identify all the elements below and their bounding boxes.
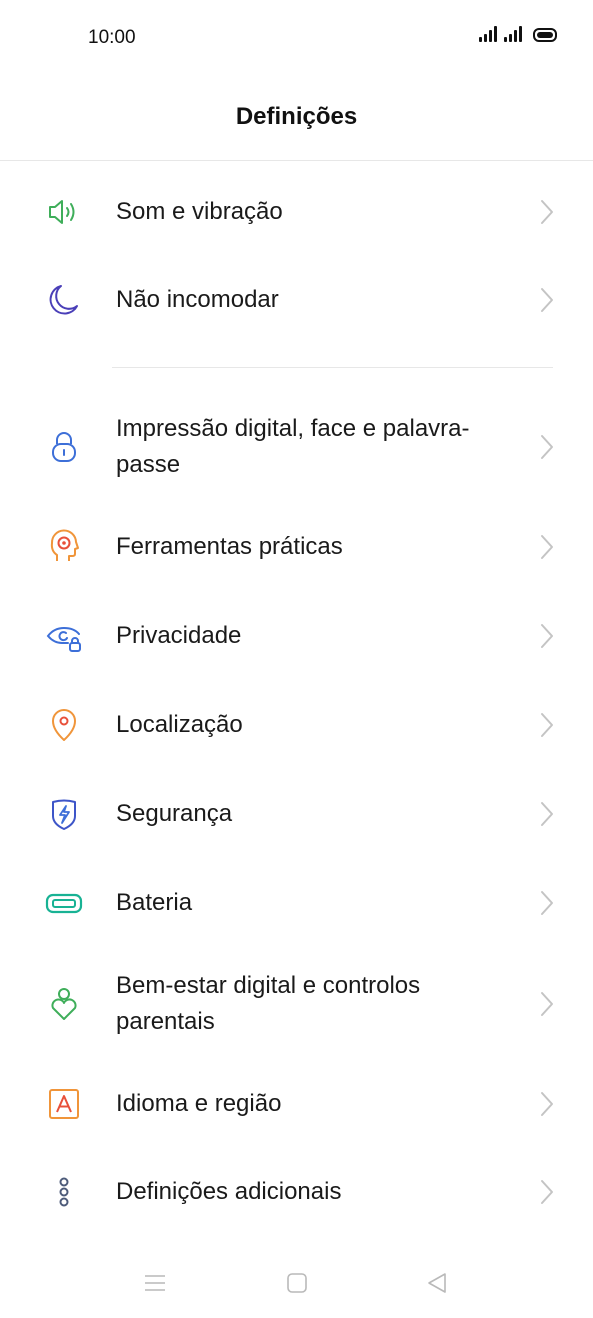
letter-a-icon xyxy=(44,1084,84,1124)
settings-item-label: Bateria xyxy=(116,889,193,916)
page-title: Definições xyxy=(235,103,358,130)
lock-icon xyxy=(44,427,84,467)
battery-icon xyxy=(44,883,84,923)
chevron-right-icon xyxy=(541,200,553,224)
chevron-right-icon xyxy=(541,535,553,559)
chevron-right-icon xyxy=(541,1092,553,1116)
shield-bolt-icon xyxy=(44,794,84,834)
settings-item-label: Idioma e região xyxy=(116,1090,282,1117)
settings-item-additional[interactable]: Definições adicionais xyxy=(0,1162,593,1222)
header: Definições xyxy=(0,78,593,161)
settings-item-label: Não incomodar xyxy=(116,286,279,313)
status-icons xyxy=(479,26,557,42)
settings-item-label: Segurança xyxy=(116,800,233,827)
navigation-bar xyxy=(0,1238,593,1318)
settings-item-language[interactable]: Idioma e região xyxy=(0,1074,593,1134)
home-button[interactable] xyxy=(280,1266,314,1300)
signal-icon xyxy=(504,26,522,42)
settings-item-label: Bem-estar digital e controlos parentais xyxy=(116,972,421,1035)
battery-status-icon xyxy=(533,28,557,42)
settings-item-privacy[interactable]: Privacidade xyxy=(0,606,593,666)
signal-icon xyxy=(479,26,497,42)
status-time: 10:00 xyxy=(88,27,136,48)
back-triangle-icon xyxy=(428,1273,446,1293)
status-bar: 10:00 xyxy=(0,0,593,78)
chevron-right-icon xyxy=(541,624,553,648)
settings-item-sound[interactable]: Som e vibração xyxy=(0,182,593,242)
settings-item-label: Impressão digital, face e palavra-passe xyxy=(116,415,470,478)
recent-apps-button[interactable] xyxy=(138,1266,172,1300)
head-target-icon xyxy=(44,527,84,567)
settings-item-label: Privacidade xyxy=(116,622,242,649)
settings-item-digital-wellbeing[interactable]: Bem-estar digital e controlos parentais xyxy=(0,964,593,1044)
chevron-right-icon xyxy=(541,1180,553,1204)
settings-item-location[interactable]: Localização xyxy=(0,695,593,755)
speaker-icon xyxy=(44,192,84,232)
person-heart-icon xyxy=(44,984,84,1024)
menu-icon xyxy=(145,1275,165,1291)
chevron-right-icon xyxy=(541,802,553,826)
settings-item-label: Ferramentas práticas xyxy=(116,533,343,560)
eye-lock-icon xyxy=(44,616,84,656)
moon-icon xyxy=(44,280,84,320)
dots-icon xyxy=(44,1172,84,1212)
settings-item-label: Som e vibração xyxy=(116,198,283,225)
settings-item-battery[interactable]: Bateria xyxy=(0,873,593,933)
chevron-right-icon xyxy=(541,992,553,1016)
square-icon xyxy=(287,1273,307,1293)
settings-item-biometrics[interactable]: Impressão digital, face e palavra-passe xyxy=(0,407,593,487)
settings-item-security[interactable]: Segurança xyxy=(0,784,593,844)
settings-item-label: Definições adicionais xyxy=(116,1178,342,1205)
settings-item-label: Localização xyxy=(116,711,243,738)
chevron-right-icon xyxy=(541,435,553,459)
settings-item-do-not-disturb[interactable]: Não incomodar xyxy=(0,270,593,330)
section-divider xyxy=(112,367,553,368)
chevron-right-icon xyxy=(541,891,553,915)
location-pin-icon xyxy=(44,705,84,745)
chevron-right-icon xyxy=(541,288,553,312)
chevron-right-icon xyxy=(541,713,553,737)
back-button[interactable] xyxy=(420,1266,454,1300)
settings-item-tools[interactable]: Ferramentas práticas xyxy=(0,517,593,577)
